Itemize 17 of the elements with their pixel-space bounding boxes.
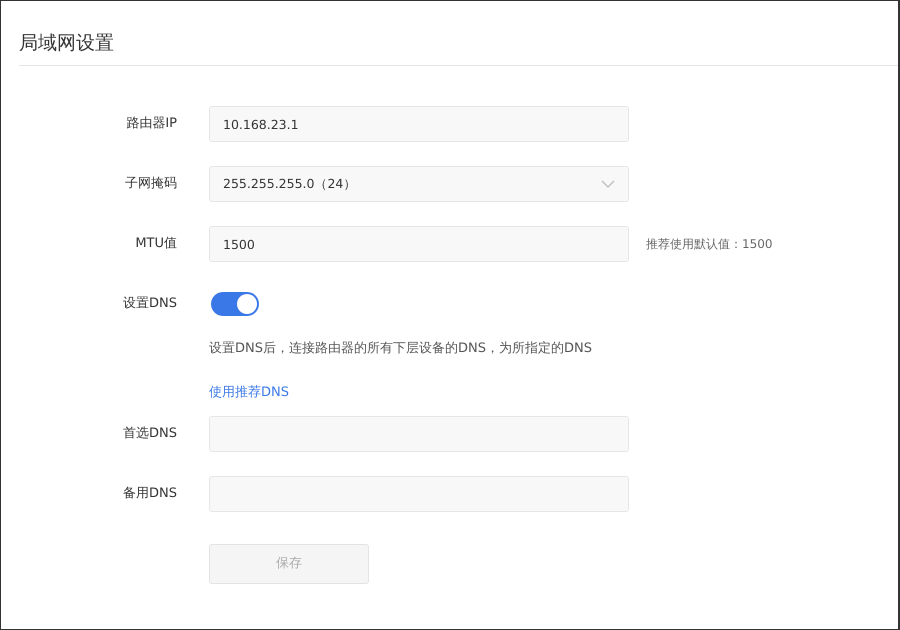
page-title: 局域网设置: [19, 31, 115, 56]
field-label: 子网掩码: [124, 175, 177, 194]
field-label: 路由器IP: [125, 115, 177, 134]
field-label: MTU值: [134, 235, 177, 254]
chevron-down-icon: [601, 180, 615, 188]
hint-text: 推荐使用默认值：1500: [646, 236, 773, 253]
select-field[interactable]: 255.255.255.0（24）: [209, 166, 629, 202]
recommended-dns-link[interactable]: 使用推荐DNS: [209, 383, 289, 403]
toggle-switch[interactable]: [211, 292, 259, 316]
field-label: 备用DNS: [122, 485, 177, 504]
input-field[interactable]: 10.168.23.1: [209, 106, 629, 142]
field-label: 首选DNS: [122, 425, 177, 444]
input-field[interactable]: 1500: [209, 226, 629, 262]
field-label: 设置DNS: [122, 295, 177, 314]
description-text: 设置DNS后，连接路由器的所有下层设备的DNS，为所指定的DNS: [209, 340, 593, 358]
input-field[interactable]: [209, 416, 629, 452]
input-field[interactable]: [209, 476, 629, 512]
